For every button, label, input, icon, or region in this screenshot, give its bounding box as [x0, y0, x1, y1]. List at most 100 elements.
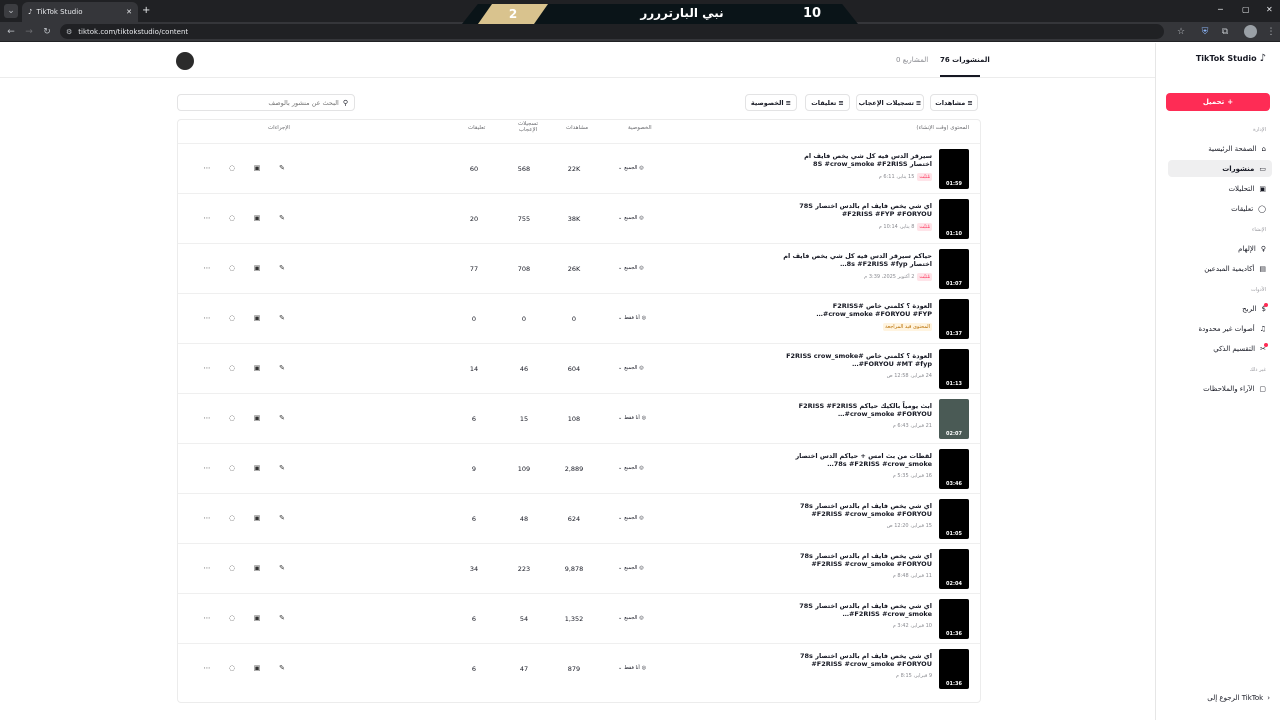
post-title[interactable]: اي شي يخص فايف ام بالدس اختصار 78s #F2RI… [782, 652, 932, 668]
edit-icon[interactable]: ✎ [275, 361, 289, 375]
edit-icon[interactable]: ✎ [275, 561, 289, 575]
sidebar-item-posts[interactable]: منشورات ▭ [1168, 160, 1272, 177]
tab-search-icon[interactable]: ⌄ [4, 4, 18, 18]
video-thumbnail[interactable]: 01:59 [939, 149, 969, 189]
table-row[interactable]: 02:07 ابث يومياً بالكيك حياكم F2RISS #F2R… [178, 393, 980, 443]
analytics-icon[interactable]: ▣ [250, 461, 264, 475]
sidebar-item-inspiration[interactable]: الإلهام ♀ [1168, 240, 1272, 257]
tab-projects[interactable]: المشاريع 0 [896, 56, 928, 64]
header-likes[interactable]: تسجيلات الإعجاب [514, 121, 542, 133]
analytics-icon[interactable]: ▣ [250, 561, 264, 575]
post-title[interactable]: اي شي يخص فايف ام بالدس اختصار 78s #F2RI… [782, 552, 932, 568]
sidebar-item-analytics[interactable]: التحليلات ▣ [1168, 180, 1272, 197]
table-row[interactable]: 01:13 العودة ؟ كلمني خاص #F2RISS crow_smo… [178, 343, 980, 393]
video-thumbnail[interactable]: 01:07 [939, 249, 969, 289]
post-title[interactable]: اي شي يخص فايف ام بالدس اختصار 78S #F2RI… [782, 602, 932, 618]
analytics-icon[interactable]: ▣ [250, 511, 264, 525]
table-row[interactable]: 02:04 اي شي يخص فايف ام بالدس اختصار 78s … [178, 543, 980, 593]
sidebar-item-academy[interactable]: أكاديمية المبدعين ▤ [1168, 260, 1272, 277]
more-options-icon[interactable]: ⋯ [200, 411, 214, 425]
analytics-icon[interactable]: ▣ [250, 211, 264, 225]
sidebar-item-smart-split[interactable]: التقسيم الذكي ✂ [1168, 340, 1272, 357]
sidebar-item-sounds[interactable]: أصوات غير محدودة ♫ [1168, 320, 1272, 337]
search-input[interactable] [188, 98, 339, 107]
reload-icon[interactable]: ↻ [40, 25, 54, 39]
video-thumbnail[interactable]: 01:36 [939, 649, 969, 689]
comment-icon[interactable]: ◌ [225, 311, 239, 325]
browser-tab[interactable]: ♪ TikTok Studio ✕ [22, 2, 138, 22]
privacy-select[interactable]: ◎ الجميع ⌄ [618, 165, 644, 171]
analytics-icon[interactable]: ▣ [250, 261, 264, 275]
table-row[interactable]: 01:59 سيرقر الدس فيه كل شي يخص فايف ام اخ… [178, 143, 980, 193]
analytics-icon[interactable]: ▣ [250, 411, 264, 425]
table-row[interactable]: 03:46 لقطات من بث امس + حياكم الدس اختصار… [178, 443, 980, 493]
more-options-icon[interactable]: ⋯ [200, 511, 214, 525]
edit-icon[interactable]: ✎ [275, 161, 289, 175]
edit-icon[interactable]: ✎ [275, 461, 289, 475]
comment-icon[interactable]: ◌ [225, 261, 239, 275]
analytics-icon[interactable]: ▣ [250, 611, 264, 625]
close-window-icon[interactable]: ✕ [1266, 5, 1273, 14]
forward-icon[interactable]: → [22, 25, 36, 39]
edit-icon[interactable]: ✎ [275, 511, 289, 525]
edit-icon[interactable]: ✎ [275, 611, 289, 625]
filter-views-button[interactable]: مشاهدات ≡ [930, 94, 978, 111]
back-icon[interactable]: ← [4, 25, 18, 39]
edit-icon[interactable]: ✎ [275, 311, 289, 325]
edit-icon[interactable]: ✎ [275, 261, 289, 275]
filter-comments-button[interactable]: تعليقات ≡ [805, 94, 850, 111]
comment-icon[interactable]: ◌ [225, 561, 239, 575]
tiktok-studio-logo[interactable]: TikTok Studio ♪ [1196, 53, 1266, 64]
post-title[interactable]: العودة ؟ كلمني خاص #F2RISS #crow_smoke #… [782, 302, 932, 318]
video-thumbnail[interactable]: 03:46 [939, 449, 969, 489]
tab-posts[interactable]: المنشورات 76 [940, 56, 990, 64]
more-options-icon[interactable]: ⋯ [200, 561, 214, 575]
sidebar-item-feedback[interactable]: الآراء والملاحظات ▢ [1168, 380, 1272, 397]
video-thumbnail[interactable]: 01:37 [939, 299, 969, 339]
video-thumbnail[interactable]: 01:05 [939, 499, 969, 539]
post-title[interactable]: ابث يومياً بالكيك حياكم F2RISS #F2RISS #… [782, 402, 932, 418]
more-options-icon[interactable]: ⋯ [200, 611, 214, 625]
site-info-icon[interactable]: ⚙ [66, 28, 72, 36]
analytics-icon[interactable]: ▣ [250, 361, 264, 375]
video-thumbnail[interactable]: 01:36 [939, 599, 969, 639]
sidebar-item-comments[interactable]: تعليقات ◯ [1168, 200, 1272, 217]
bookmark-star-icon[interactable]: ☆ [1174, 25, 1188, 39]
table-row[interactable]: 01:05 اي شي يخص فايف ام بالدس اختصار 78s … [178, 493, 980, 543]
comment-icon[interactable]: ◌ [225, 511, 239, 525]
privacy-select[interactable]: ◎ الجميع ⌄ [618, 365, 644, 371]
edit-icon[interactable]: ✎ [275, 211, 289, 225]
table-row[interactable]: 01:37 العودة ؟ كلمني خاص #F2RISS #crow_sm… [178, 293, 980, 343]
post-title[interactable]: لقطات من بث امس + حياكم الدس اختصار 78s … [782, 452, 932, 468]
video-thumbnail[interactable]: 01:13 [939, 349, 969, 389]
more-options-icon[interactable]: ⋯ [200, 361, 214, 375]
post-title[interactable]: اي شي يخص فايف ام بالدس اختصار 78s #F2RI… [782, 502, 932, 518]
search-box[interactable]: ⚲ [177, 94, 355, 111]
post-title[interactable]: سيرقر الدس فيه كل شي يخص فايف ام اختصار … [782, 152, 932, 168]
new-tab-button[interactable]: + [142, 5, 150, 16]
profile-avatar[interactable] [1244, 25, 1257, 38]
more-options-icon[interactable]: ⋯ [200, 461, 214, 475]
back-to-tiktok-link[interactable]: الرجوع إلى TikTok › [1207, 694, 1270, 702]
upload-button[interactable]: تحميل + [1166, 93, 1270, 111]
comment-icon[interactable]: ◌ [225, 661, 239, 675]
more-options-icon[interactable]: ⋯ [200, 161, 214, 175]
maximize-icon[interactable]: ▢ [1242, 5, 1250, 14]
sidebar-item-home[interactable]: الصفحة الرئيسية ⌂ [1168, 140, 1272, 157]
post-title[interactable]: العودة ؟ كلمني خاص #F2RISS crow_smoke #F… [782, 352, 932, 368]
sidebar-item-monetization[interactable]: الربح $ [1168, 300, 1272, 317]
more-options-icon[interactable]: ⋯ [200, 311, 214, 325]
comment-icon[interactable]: ◌ [225, 161, 239, 175]
edit-icon[interactable]: ✎ [275, 411, 289, 425]
privacy-select[interactable]: ◎ أنا فقط ⌄ [618, 315, 646, 321]
privacy-select[interactable]: ◎ الجميع ⌄ [618, 615, 644, 621]
comment-icon[interactable]: ◌ [225, 461, 239, 475]
privacy-select[interactable]: ◎ الجميع ⌄ [618, 215, 644, 221]
table-row[interactable]: 01:10 اي شي يخص فايف ام بالدس اختصار 78S … [178, 193, 980, 243]
analytics-icon[interactable]: ▣ [250, 311, 264, 325]
extension-shield-icon[interactable]: ⛨ [1198, 25, 1212, 39]
video-thumbnail[interactable]: 02:07 [939, 399, 969, 439]
address-bar[interactable]: ⚙ tiktok.com/tiktokstudio/content [60, 24, 1164, 39]
analytics-icon[interactable]: ▣ [250, 161, 264, 175]
privacy-select[interactable]: ◎ الجميع ⌄ [618, 265, 644, 271]
